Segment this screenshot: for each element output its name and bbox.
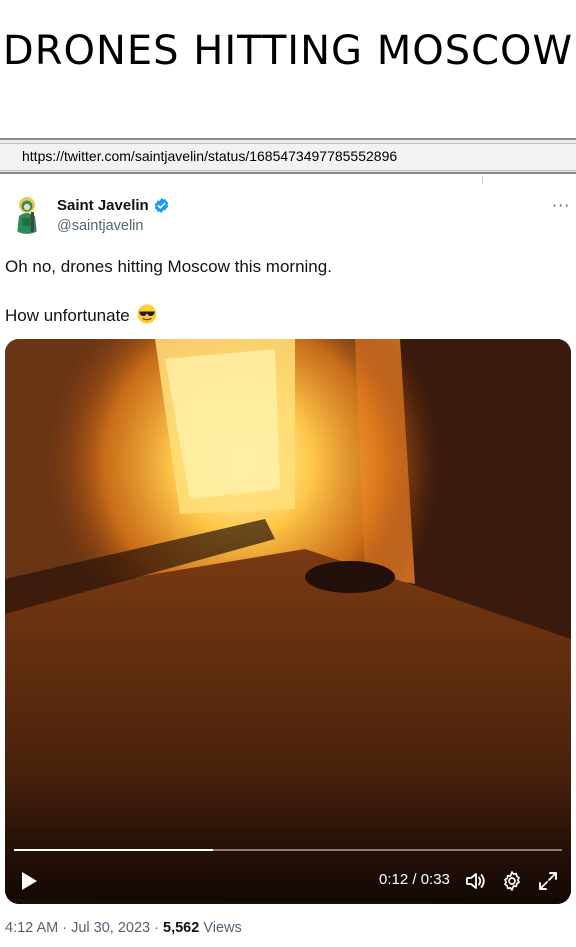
tweet-text-line-1: Oh no, drones hitting Moscow this mornin… [5,257,332,276]
more-options-button[interactable]: ··· [552,196,570,215]
tweet-text-line-2: How unfortunate [5,304,157,326]
tweet-time[interactable]: 4:12 AM [5,920,58,936]
headline: DRONES HITTING MOSCOW [2,28,574,74]
meta-separator: · [58,920,72,936]
settings-gear-icon[interactable] [501,870,523,892]
video-player[interactable]: 0:12 / 0:33 [5,339,571,904]
tweet-date[interactable]: Jul 30, 2023 [71,920,150,936]
avatar-saint-icon [17,197,37,234]
avatar[interactable] [7,194,47,234]
views-count: 5,562 [163,920,200,936]
author-name[interactable]: Saint Javelin [57,197,149,214]
url-bar: https://twitter.com/saintjavelin/status/… [0,138,576,174]
progress-bar[interactable] [14,849,562,851]
author-handle[interactable]: @saintjavelin [57,218,143,234]
views-label: Views [199,920,242,936]
divider-tick [482,176,483,184]
meta-separator: · [150,920,163,936]
fullscreen-icon[interactable] [537,870,559,892]
progress-bar-fill [14,849,214,851]
author-row: Saint Javelin [57,197,170,214]
sunglasses-emoji-icon [137,304,157,324]
tweet-text-line-2-text: How unfortunate [5,306,130,325]
url-text[interactable]: https://twitter.com/saintjavelin/status/… [22,148,397,164]
tweet-meta: 4:12 AM · Jul 30, 2023 · 5,562 Views [5,920,242,936]
verified-badge-icon [154,198,168,213]
video-timecode: 0:12 / 0:33 [379,871,450,888]
video-frame-fire-icon [5,339,571,904]
volume-icon[interactable] [465,870,487,892]
play-icon[interactable] [19,870,39,892]
